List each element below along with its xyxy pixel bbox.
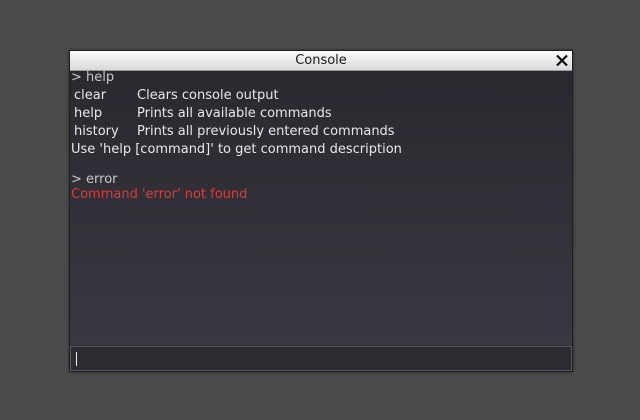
- output-line-prompt-help: > help: [71, 71, 115, 85]
- text-caret: [76, 352, 77, 366]
- command-description: Prints all available commands: [137, 106, 332, 121]
- command-name: help: [74, 106, 103, 121]
- title-bar[interactable]: Console: [70, 51, 572, 71]
- command-description: Clears console output: [137, 88, 279, 103]
- output-line-hint: Use 'help [command]' to get command desc…: [71, 142, 402, 157]
- command-input[interactable]: [75, 349, 565, 368]
- command-name: clear: [74, 88, 107, 103]
- output-line-error: Command 'error' not found: [71, 187, 248, 202]
- command-name: history: [74, 124, 119, 139]
- close-icon: [556, 54, 568, 67]
- window-title: Console: [295, 53, 347, 68]
- console-window: Console > help clear Clears console outp…: [69, 50, 573, 372]
- close-button[interactable]: [554, 52, 570, 69]
- command-description: Prints all previously entered commands: [137, 124, 395, 139]
- command-input-bar[interactable]: [70, 346, 572, 371]
- console-output: > help clear Clears console output help …: [70, 71, 572, 345]
